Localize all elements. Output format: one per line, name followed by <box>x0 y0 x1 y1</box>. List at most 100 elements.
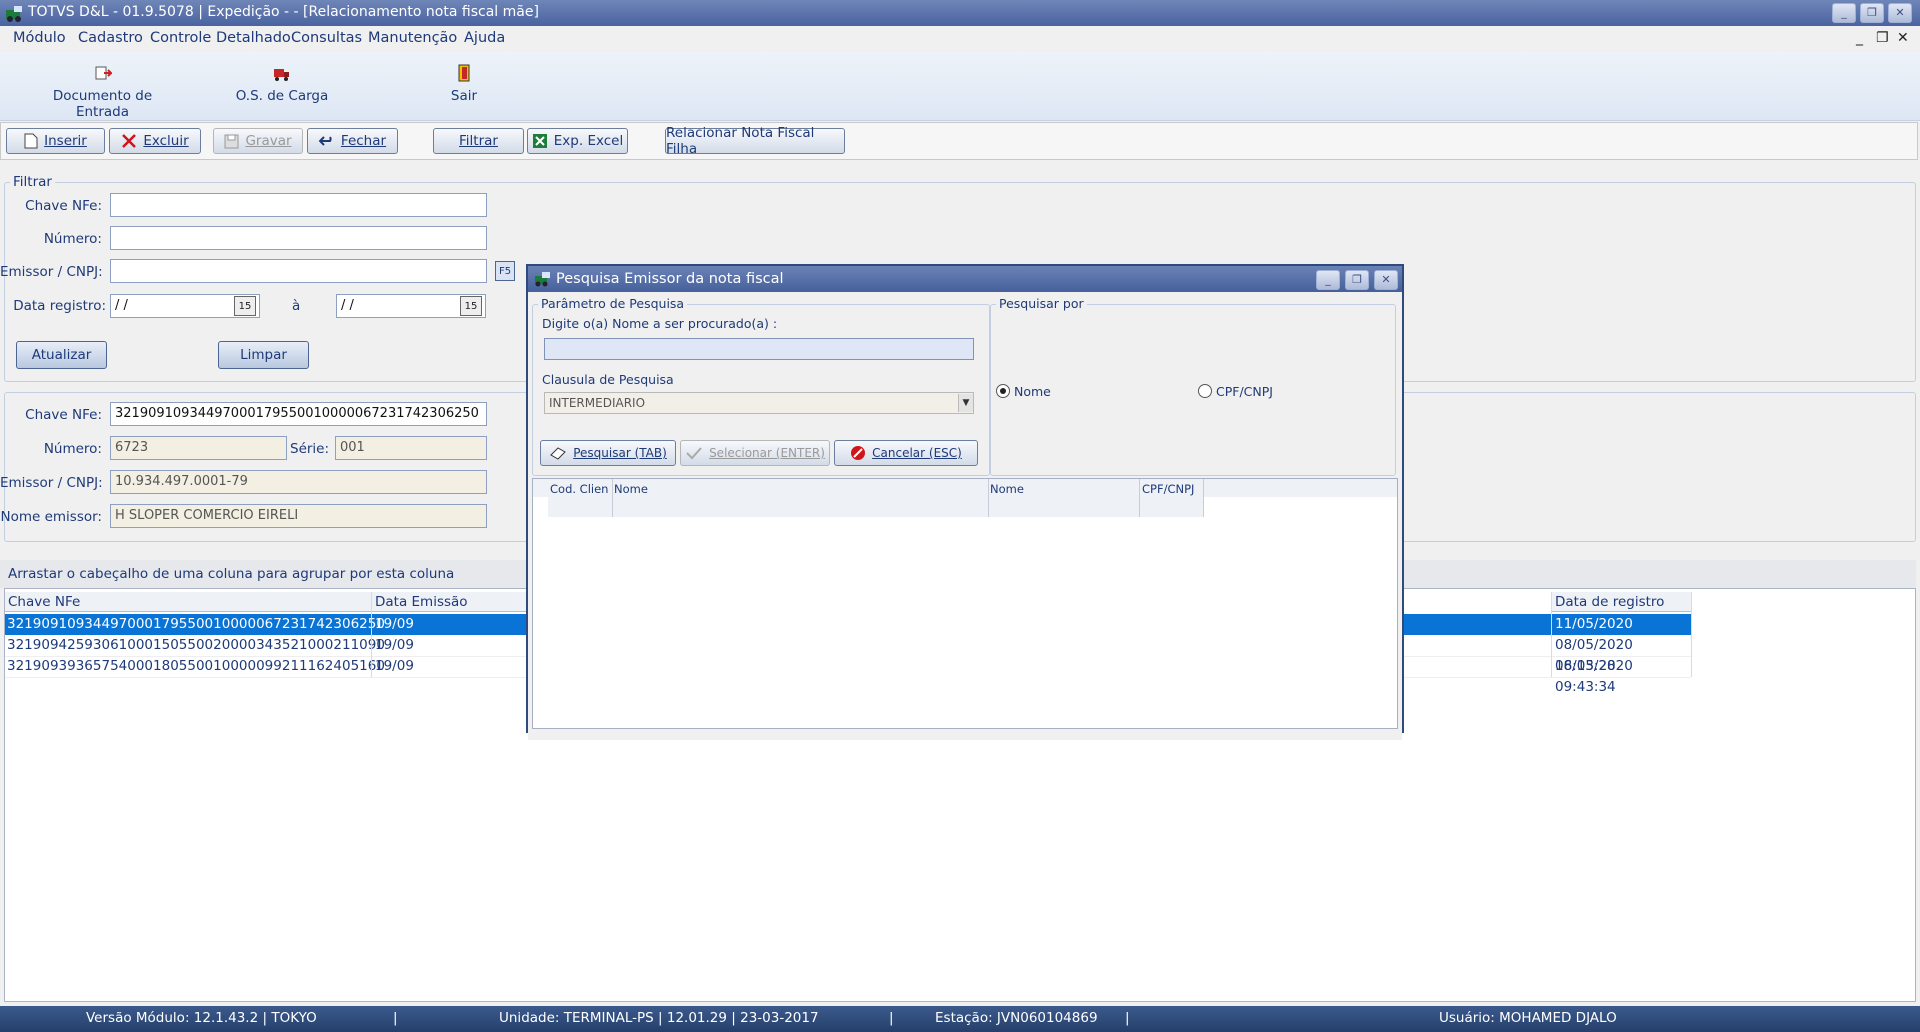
filter-chave-label: Chave NFe: <box>25 198 102 214</box>
dialog-title-bar: Pesquisa Emissor da nota fiscal _ ❐ ✕ <box>528 266 1402 292</box>
filter-emissor-input[interactable] <box>110 259 487 283</box>
clausula-select[interactable]: INTERMEDIARIO <box>544 392 974 414</box>
relacionar-nota-filha-button[interactable]: Relacionar Nota Fiscal Filha <box>665 125 845 157</box>
detail-numero-label: Número: <box>43 441 102 457</box>
shortcut-documento-entrada[interactable]: Documento de Entrada <box>30 64 175 120</box>
calendar-icon[interactable]: 15 <box>234 296 256 316</box>
relacionar-label: Relacionar Nota Fiscal Filha <box>666 125 815 157</box>
cancelar-label: Cancelar (ESC) <box>872 446 962 460</box>
menu-controle-detalhado[interactable]: Controle Detalhado <box>150 30 291 46</box>
column-divider <box>371 592 372 677</box>
pesquisar-button[interactable]: Pesquisar (TAB) <box>540 440 676 466</box>
col-header-chave[interactable]: Chave NFe <box>5 592 372 612</box>
delete-x-icon <box>122 134 137 148</box>
new-document-icon <box>24 133 38 149</box>
status-versao: Versão Módulo: 12.1.43.2 | TOKYO <box>86 1010 317 1026</box>
menu-consultas[interactable]: Consultas <box>291 30 362 46</box>
filter-numero-input[interactable] <box>110 226 487 250</box>
gravar-button[interactable]: Gravar <box>213 128 303 154</box>
dialog-maximize-button[interactable]: ❐ <box>1345 270 1369 290</box>
atualizar-button[interactable]: Atualizar <box>16 341 107 369</box>
close-button[interactable]: ✕ <box>1888 3 1912 23</box>
results-header-row <box>533 479 1397 497</box>
dialog-close-button[interactable]: ✕ <box>1374 270 1398 290</box>
digite-label: Digite o(a) Nome a ser procurado(a) : <box>542 316 778 331</box>
column-divider <box>612 479 613 517</box>
shortcut-sair[interactable]: Sair <box>444 64 484 104</box>
status-usuario: Usuário: MOHAMED DJALO <box>1439 1010 1617 1026</box>
filter-chave-input[interactable] <box>110 193 487 217</box>
excluir-button[interactable]: Excluir <box>109 128 201 154</box>
column-divider <box>1551 592 1552 677</box>
checkmark-icon <box>686 447 702 460</box>
exp-excel-label: Exp. Excel <box>553 133 624 149</box>
shortcut-documento-entrada-label: Documento de Entrada <box>52 88 153 120</box>
excel-icon <box>532 134 547 148</box>
minimize-button[interactable]: _ <box>1832 3 1856 23</box>
clausula-label: Clausula de Pesquisa <box>542 372 674 387</box>
detail-emissor-input: 10.934.497.0001-79 <box>110 470 487 494</box>
mdi-minimize-icon[interactable]: _ <box>1856 30 1863 46</box>
col-header-cpf-cnpj[interactable]: CPF/CNPJ <box>1142 482 1194 496</box>
status-bar: Versão Módulo: 12.1.43.2 | TOKYO | Unida… <box>0 1006 1920 1032</box>
exp-excel-button[interactable]: Exp. Excel <box>527 128 628 154</box>
window-title: TOTVS D&L - 01.9.5078 | Expedição - - [R… <box>28 4 539 20</box>
status-separator: | <box>1125 1010 1130 1026</box>
date-from-value: / / <box>115 298 128 313</box>
radio-nome[interactable] <box>996 384 1010 398</box>
action-toolbar: Inserir Excluir Gravar Fechar Filtrar Ex… <box>0 122 1918 160</box>
col-header-cod-cliente[interactable]: Cod. Clien <box>550 482 608 496</box>
col-header-nome[interactable]: Nome <box>990 482 1024 496</box>
radio-cpf-cnpj[interactable] <box>1198 384 1212 398</box>
radio-cpf-label: CPF/CNPJ <box>1216 384 1273 399</box>
clausula-value: INTERMEDIARIO <box>549 396 646 410</box>
detail-nome-label: Nome emissor: <box>0 509 102 525</box>
dialog-minimize-button[interactable]: _ <box>1316 270 1340 290</box>
detail-nome-input: H SLOPER COMERCIO EIRELI <box>110 504 487 528</box>
filtrar-label: Filtrar <box>459 133 498 149</box>
radio-nome-label: Nome <box>1014 384 1051 399</box>
detail-chave-label: Chave NFe: <box>25 407 102 423</box>
exit-door-icon <box>458 64 470 82</box>
inserir-button[interactable]: Inserir <box>6 128 105 154</box>
mdi-restore-icon[interactable]: ❐ <box>1876 30 1889 46</box>
restore-button[interactable]: ❐ <box>1860 3 1884 23</box>
chevron-down-icon[interactable]: ▼ <box>958 394 973 412</box>
results-empty-row <box>548 497 1204 517</box>
eraser-icon <box>550 447 567 460</box>
search-name-input[interactable] <box>544 338 974 360</box>
col-header-nome[interactable]: Nome <box>614 482 648 496</box>
ate-label: à <box>292 298 301 314</box>
inserir-label: Inserir <box>44 133 87 149</box>
mdi-close-icon[interactable]: ✕ <box>1897 30 1909 46</box>
menu-cadastro[interactable]: Cadastro <box>78 30 143 46</box>
menu-manutencao[interactable]: Manutenção <box>368 30 457 46</box>
menu-ajuda[interactable]: Ajuda <box>464 30 505 46</box>
col-header-data-registro[interactable]: Data de registro <box>1552 592 1692 612</box>
status-separator: | <box>393 1010 398 1026</box>
column-divider <box>988 479 989 517</box>
filter-numero-label: Número: <box>43 231 102 247</box>
undo-arrow-icon <box>318 136 332 146</box>
f5-lookup-button[interactable]: F5 <box>495 261 515 281</box>
window-title-bar: TOTVS D&L - 01.9.5078 | Expedição - - [R… <box>0 0 1920 26</box>
filtrar-button[interactable]: Filtrar <box>433 128 524 154</box>
app-icon <box>6 6 22 22</box>
status-unidade: Unidade: TERMINAL-PS | 12.01.29 | 23-03-… <box>499 1010 819 1026</box>
limpar-button[interactable]: Limpar <box>218 341 309 369</box>
fechar-button[interactable]: Fechar <box>307 128 398 154</box>
menu-bar: Módulo Cadastro Controle Detalhado Consu… <box>0 26 1920 52</box>
param-legend: Parâmetro de Pesquisa <box>538 296 688 311</box>
row-chave: 3219091093449700017955001000006723174230… <box>7 616 385 632</box>
selecionar-button[interactable]: Selecionar (ENTER) <box>680 440 830 466</box>
calendar-icon[interactable]: 15 <box>460 296 482 316</box>
shortcut-os-carga[interactable]: O.S. de Carga <box>232 64 332 104</box>
row-data-emissao: 19/09 <box>375 637 414 653</box>
row-chave: 3219093936575400018055001000009921116240… <box>7 658 385 674</box>
col-header-data-emissao[interactable]: Data Emissão (Ano/Mês) <box>372 592 527 630</box>
cancelar-button[interactable]: Cancelar (ESC) <box>834 440 978 466</box>
row-data-emissao: 19/09 <box>375 658 414 674</box>
menu-modulo[interactable]: Módulo <box>13 30 66 46</box>
save-disk-icon <box>224 134 239 148</box>
detail-chave-input[interactable]: 3219091093449700017955001000006723174230… <box>110 402 487 426</box>
